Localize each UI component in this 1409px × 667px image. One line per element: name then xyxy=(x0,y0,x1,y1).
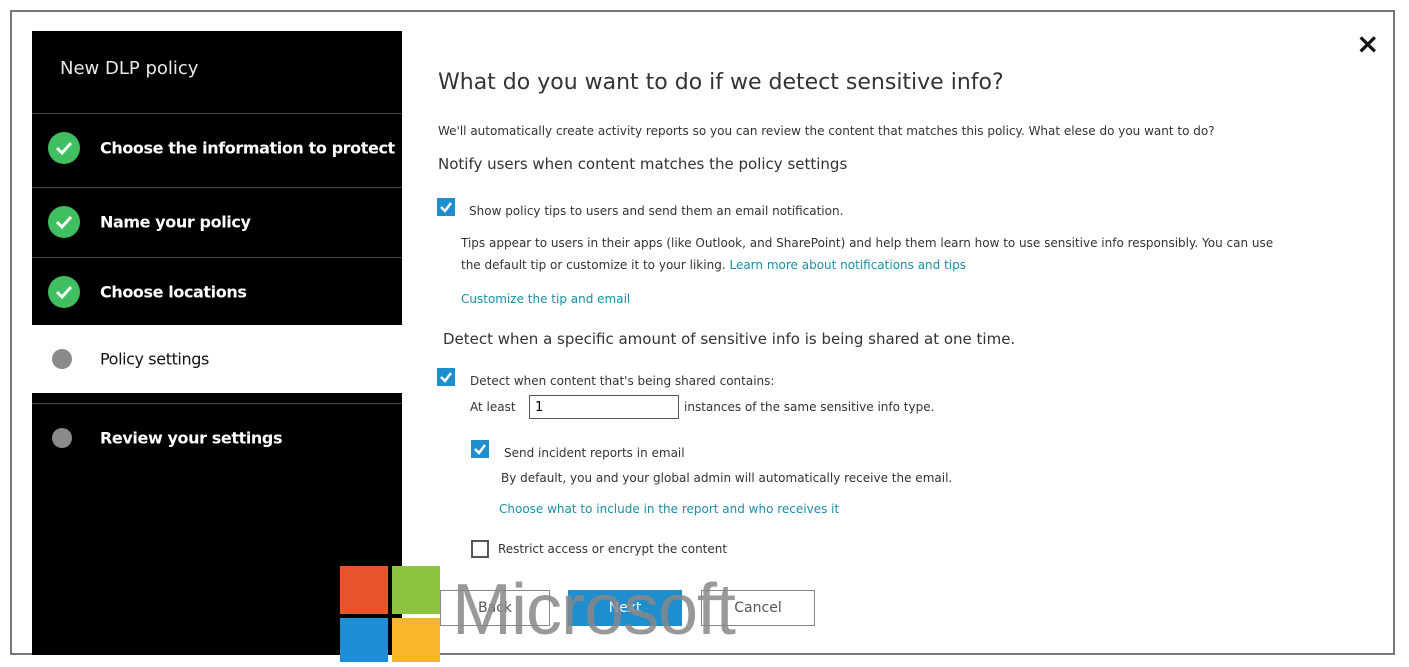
choose-report-contents-link[interactable]: Choose what to include in the report and… xyxy=(499,502,839,516)
restrict-access-label: Restrict access or encrypt the content xyxy=(498,542,728,556)
step-label: Policy settings xyxy=(100,349,209,369)
wizard-sidebar: New DLP policy Choose the information to… xyxy=(32,31,402,655)
current-step-dot-icon xyxy=(52,349,72,369)
at-least-label: At least xyxy=(470,400,516,414)
incident-reports-checkbox[interactable] xyxy=(471,440,489,458)
page-heading: What do you want to do if we detect sens… xyxy=(438,70,1004,95)
checkbox-check-icon xyxy=(440,202,452,213)
incident-reports-description: By default, you and your global admin wi… xyxy=(501,471,953,485)
policy-tips-description-1: Tips appear to users in their apps (like… xyxy=(461,236,1274,250)
detect-label: Detect when content that's being shared … xyxy=(470,374,775,388)
step-label: Choose the information to protect xyxy=(100,138,395,158)
customize-tip-link[interactable]: Customize the tip and email xyxy=(461,292,630,306)
notify-heading: Notify users when content matches the po… xyxy=(438,155,848,173)
policy-tips-description-2: the default tip or customize it to your … xyxy=(461,258,966,272)
policy-tips-checkbox[interactable] xyxy=(437,198,455,216)
checkmark-icon xyxy=(48,276,80,308)
instances-input[interactable] xyxy=(529,395,679,419)
checkbox-check-icon xyxy=(440,372,452,383)
close-icon[interactable]: × xyxy=(1356,30,1379,58)
step-label: Choose locations xyxy=(100,282,247,302)
step-choose-information[interactable]: Choose the information to protect xyxy=(32,113,402,182)
microsoft-logo-text: Microsoft xyxy=(452,570,736,650)
step-policy-settings[interactable]: Policy settings xyxy=(32,325,402,393)
step-choose-locations[interactable]: Choose locations xyxy=(32,257,402,326)
policy-tips-description-text: the default tip or customize it to your … xyxy=(461,258,726,272)
restrict-access-checkbox[interactable] xyxy=(471,540,489,558)
step-name-policy[interactable]: Name your policy xyxy=(32,187,402,256)
learn-more-link[interactable]: Learn more about notifications and tips xyxy=(729,258,966,272)
step-review-settings[interactable]: Review your settings xyxy=(32,403,402,472)
pending-step-dot-icon xyxy=(52,428,72,448)
checkmark-icon xyxy=(48,206,80,238)
step-label: Review your settings xyxy=(100,428,283,448)
detect-heading: Detect when a specific amount of sensiti… xyxy=(443,330,1016,348)
instances-suffix: instances of the same sensitive info typ… xyxy=(684,400,935,414)
policy-tips-label: Show policy tips to users and send them … xyxy=(469,204,844,218)
checkbox-check-icon xyxy=(474,444,486,455)
detect-checkbox[interactable] xyxy=(437,368,455,386)
step-label: Name your policy xyxy=(100,212,251,232)
checkmark-icon xyxy=(48,132,80,164)
intro-text: We'll automatically create activity repo… xyxy=(438,124,1215,138)
incident-reports-label: Send incident reports in email xyxy=(504,446,685,460)
sidebar-title: New DLP policy xyxy=(60,58,199,79)
